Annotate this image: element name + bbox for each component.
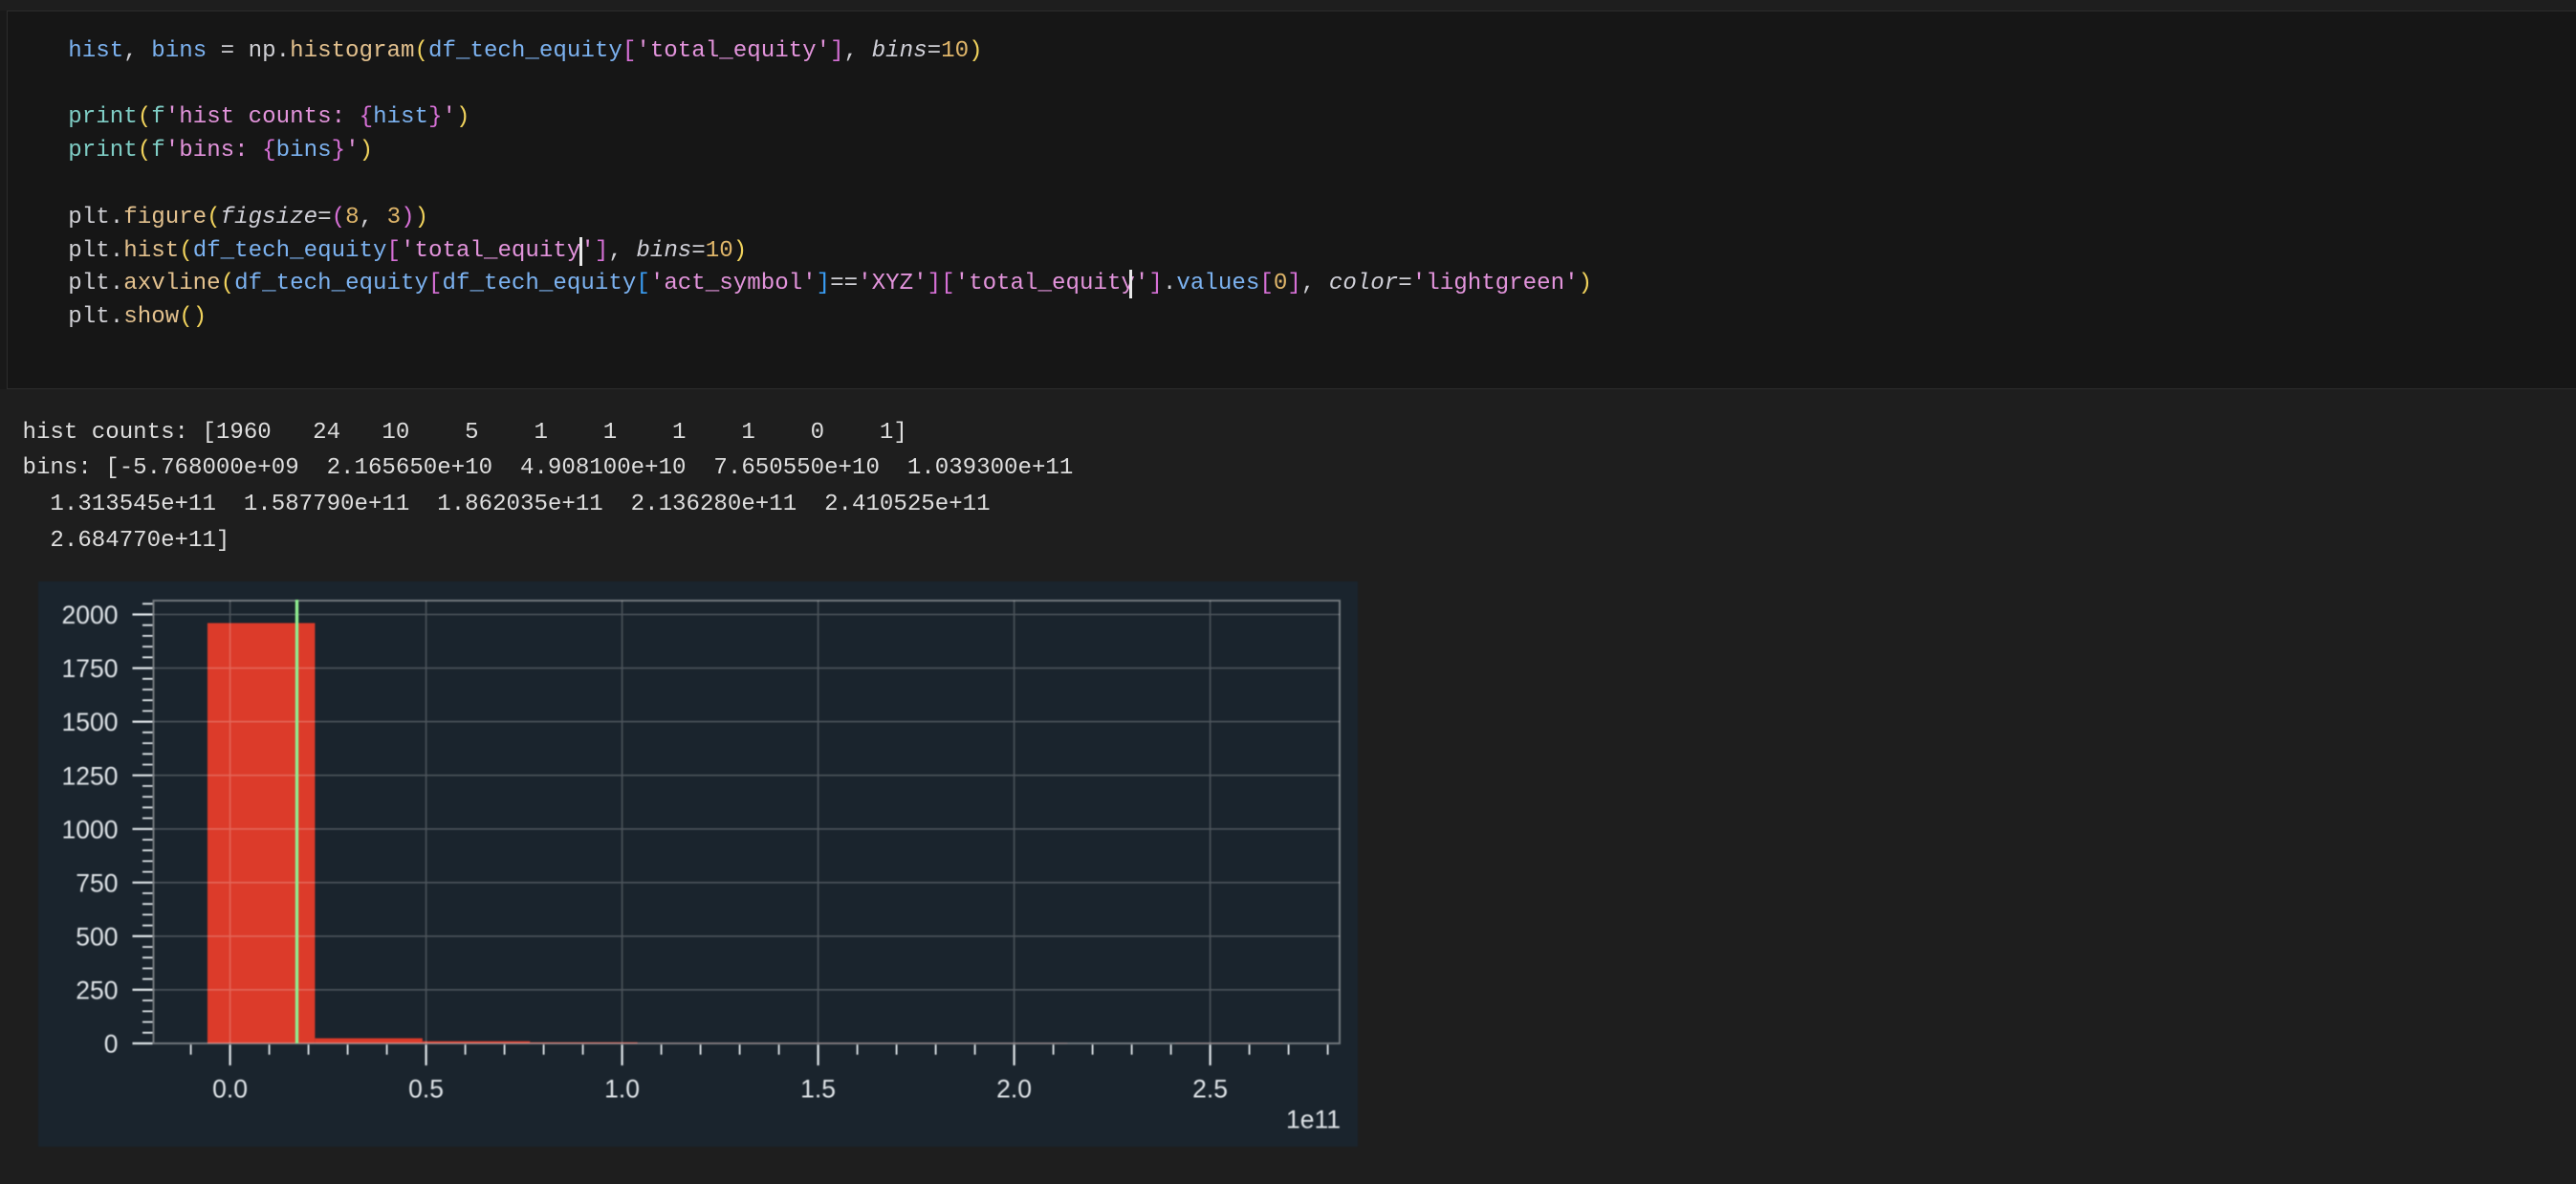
svg-text:1500: 1500 (62, 708, 119, 736)
svg-text:1750: 1750 (62, 654, 119, 683)
svg-text:0.5: 0.5 (408, 1075, 444, 1104)
svg-text:750: 750 (76, 868, 118, 897)
svg-text:0.0: 0.0 (212, 1075, 248, 1104)
svg-text:1.0: 1.0 (604, 1075, 640, 1104)
svg-text:500: 500 (76, 923, 118, 952)
svg-text:0: 0 (104, 1030, 119, 1059)
svg-text:2.5: 2.5 (1192, 1075, 1228, 1104)
svg-text:1250: 1250 (62, 761, 119, 790)
svg-text:2000: 2000 (62, 601, 119, 629)
svg-text:1000: 1000 (62, 815, 119, 844)
svg-text:1.5: 1.5 (800, 1075, 836, 1104)
svg-text:2.0: 2.0 (996, 1075, 1032, 1104)
svg-text:250: 250 (76, 976, 118, 1005)
svg-text:1e11: 1e11 (1286, 1106, 1341, 1134)
